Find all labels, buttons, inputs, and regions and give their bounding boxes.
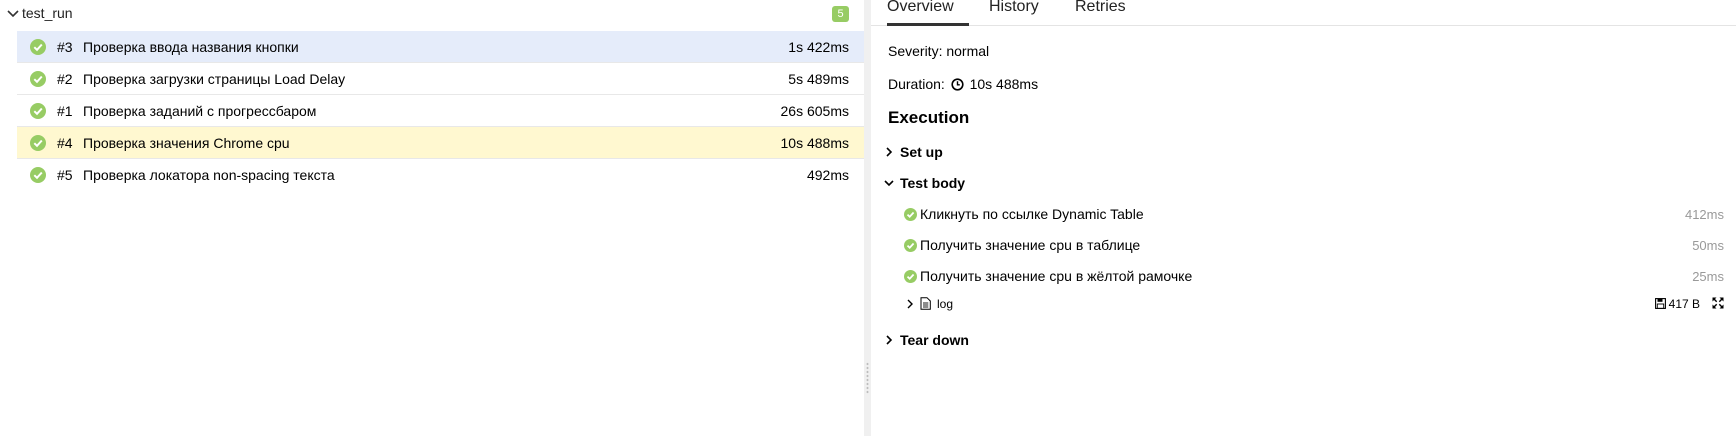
stage-setup[interactable]: Set up — [884, 144, 943, 160]
test-list: #3 Проверка ввода названия кнопки 1s 422… — [17, 31, 864, 191]
tab-history[interactable]: History — [989, 0, 1039, 26]
step-name: Кликнуть по ссылке Dynamic Table — [920, 206, 1144, 222]
test-duration: 5s 489ms — [788, 71, 849, 87]
group-title: test_run — [22, 5, 73, 21]
test-row[interactable]: #5 Проверка локатора non-spacing текста … — [17, 159, 864, 191]
passed-status-icon — [904, 208, 917, 221]
step-row[interactable]: Получить значение cpu в таблице 50ms — [904, 237, 1724, 257]
tab-retries[interactable]: Retries — [1075, 0, 1126, 26]
file-text-icon — [920, 297, 931, 310]
passed-status-icon — [30, 71, 46, 87]
test-duration: 10s 488ms — [780, 135, 849, 151]
passed-count-badge: 5 — [832, 6, 849, 22]
duration-label: Duration: — [888, 76, 945, 92]
chevron-down-icon — [7, 10, 19, 18]
stage-teardown-label: Tear down — [900, 332, 969, 348]
stage-setup-label: Set up — [900, 144, 943, 160]
test-details-pane: Overview History Retries Severity: norma… — [871, 0, 1736, 436]
step-duration: 25ms — [1692, 269, 1724, 284]
chevron-right-icon — [886, 147, 893, 157]
test-row[interactable]: #4 Проверка значения Chrome cpu 10s 488m… — [17, 127, 864, 159]
test-row[interactable]: #2 Проверка загрузки страницы Load Delay… — [17, 63, 864, 95]
chevron-down-icon — [884, 180, 894, 187]
test-row[interactable]: #1 Проверка заданий с прогрессбаром 26s … — [17, 95, 864, 127]
test-number: #3 — [57, 39, 73, 55]
step-duration: 412ms — [1684, 207, 1724, 222]
test-number: #2 — [57, 71, 73, 87]
attachment-name: log — [937, 297, 954, 311]
stage-test-body-label: Test body — [900, 175, 966, 191]
test-tree-pane: test_run 5 #3 Проверка ввода названия кн… — [0, 0, 864, 436]
stage-teardown[interactable]: Tear down — [884, 332, 969, 348]
passed-status-icon — [30, 103, 46, 119]
duration-line: Duration: 10s 488ms — [888, 76, 1038, 92]
group-header-test-run[interactable]: test_run 5 — [0, 0, 864, 28]
test-name: Проверка локатора non-spacing текста — [83, 167, 335, 183]
severity-value: normal — [946, 43, 990, 59]
expand-icon[interactable] — [1712, 297, 1724, 309]
test-number: #5 — [57, 167, 73, 183]
step-row[interactable]: Кликнуть по ссылке Dynamic Table 412ms — [904, 206, 1724, 226]
step-name: Получить значение cpu в жёлтой рамочке — [920, 268, 1193, 284]
attachment-size-value: 417 B — [1668, 297, 1700, 311]
chevron-right-icon — [886, 335, 893, 345]
execution-title: Execution — [888, 108, 970, 127]
step-duration: 50ms — [1692, 238, 1724, 253]
clock-icon — [951, 78, 964, 91]
pane-splitter[interactable] — [864, 0, 871, 436]
passed-status-icon — [30, 39, 46, 55]
attachment-size: 417 B — [1654, 297, 1700, 311]
tab-overview[interactable]: Overview — [887, 0, 969, 26]
test-duration: 492ms — [806, 167, 849, 183]
passed-status-icon — [30, 135, 46, 151]
passed-status-icon — [904, 270, 917, 283]
test-row[interactable]: #3 Проверка ввода названия кнопки 1s 422… — [17, 31, 864, 63]
details-tabs: Overview History Retries — [871, 0, 1736, 26]
test-name: Проверка значения Chrome cpu — [83, 135, 290, 151]
passed-status-icon — [904, 239, 917, 252]
test-name: Проверка загрузки страницы Load Delay — [83, 71, 346, 87]
test-duration: 26s 605ms — [780, 103, 849, 119]
test-number: #4 — [57, 135, 73, 151]
test-duration: 1s 422ms — [788, 39, 849, 55]
severity-label: Severity: — [888, 43, 943, 59]
save-icon — [1654, 298, 1666, 309]
passed-status-icon — [30, 167, 46, 183]
severity-line: Severity: normal — [888, 43, 989, 59]
test-name: Проверка заданий с прогрессбаром — [83, 103, 317, 119]
attachment-row[interactable]: log 417 B — [904, 296, 1724, 314]
step-row[interactable]: Получить значение cpu в жёлтой рамочке 2… — [904, 268, 1724, 288]
stage-test-body[interactable]: Test body — [884, 175, 965, 191]
duration-value: 10s 488ms — [969, 76, 1039, 92]
step-name: Получить значение cpu в таблице — [920, 237, 1141, 253]
splitter-grip-icon — [866, 362, 869, 394]
test-name: Проверка ввода названия кнопки — [83, 39, 299, 55]
test-number: #1 — [57, 103, 73, 119]
chevron-right-icon — [907, 299, 913, 309]
